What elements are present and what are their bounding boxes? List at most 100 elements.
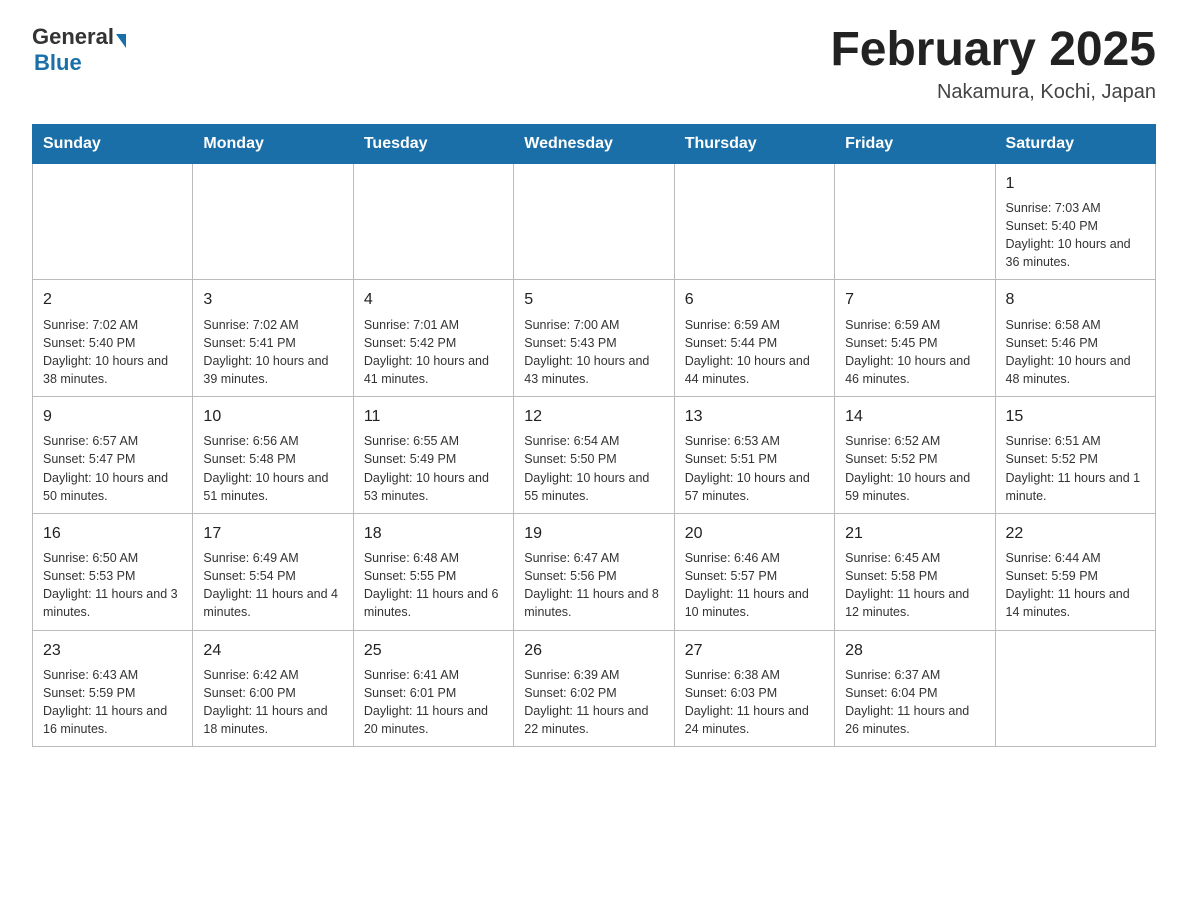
calendar-cell: 2 Sunrise: 7:02 AM Sunset: 5:40 PM Daylig… bbox=[33, 280, 193, 397]
calendar-cell bbox=[353, 163, 513, 280]
day-number: 20 bbox=[685, 522, 824, 545]
calendar-cell: 28 Sunrise: 6:37 AM Sunset: 6:04 PM Dayli… bbox=[835, 630, 995, 747]
weekday-header-saturday: Saturday bbox=[995, 124, 1155, 163]
calendar-cell bbox=[995, 630, 1155, 747]
calendar-table: SundayMondayTuesdayWednesdayThursdayFrid… bbox=[32, 124, 1156, 747]
calendar-cell: 1 Sunrise: 7:03 AM Sunset: 5:40 PM Daylig… bbox=[995, 163, 1155, 280]
day-info: Sunrise: 6:53 AM Sunset: 5:51 PM Dayligh… bbox=[685, 432, 824, 505]
day-number: 6 bbox=[685, 288, 824, 311]
day-number: 27 bbox=[685, 639, 824, 662]
calendar-cell: 19Sunrise: 6:47 AM Sunset: 5:56 PM Dayli… bbox=[514, 513, 674, 630]
day-info: Sunrise: 6:46 AM Sunset: 5:57 PM Dayligh… bbox=[685, 549, 824, 622]
week-row-3: 9 Sunrise: 6:57 AM Sunset: 5:47 PM Daylig… bbox=[33, 397, 1156, 514]
day-number: 7 bbox=[845, 288, 984, 311]
week-row-5: 23 Sunrise: 6:43 AM Sunset: 5:59 PM Dayli… bbox=[33, 630, 1156, 747]
day-info: Sunrise: 7:03 AM Sunset: 5:40 PM Dayligh… bbox=[1006, 199, 1145, 272]
day-info: Sunrise: 6:38 AM Sunset: 6:03 PM Dayligh… bbox=[685, 666, 824, 739]
day-info: Sunrise: 6:48 AM Sunset: 5:55 PM Dayligh… bbox=[364, 549, 503, 622]
weekday-header-monday: Monday bbox=[193, 124, 353, 163]
day-info: Sunrise: 6:52 AM Sunset: 5:52 PM Dayligh… bbox=[845, 432, 984, 505]
calendar-cell: 6 Sunrise: 6:59 AM Sunset: 5:44 PM Daylig… bbox=[674, 280, 834, 397]
day-number: 1 bbox=[1006, 172, 1145, 195]
calendar-cell: 17 Sunrise: 6:49 AM Sunset: 5:54 PM Dayli… bbox=[193, 513, 353, 630]
day-number: 2 bbox=[43, 288, 182, 311]
weekday-header-tuesday: Tuesday bbox=[353, 124, 513, 163]
day-number: 15 bbox=[1006, 405, 1145, 428]
day-info: Sunrise: 6:45 AM Sunset: 5:58 PM Dayligh… bbox=[845, 549, 984, 622]
calendar-cell: 8 Sunrise: 6:58 AM Sunset: 5:46 PM Daylig… bbox=[995, 280, 1155, 397]
logo: General Blue bbox=[32, 24, 128, 76]
calendar-cell bbox=[193, 163, 353, 280]
week-row-1: 1 Sunrise: 7:03 AM Sunset: 5:40 PM Daylig… bbox=[33, 163, 1156, 280]
day-info: Sunrise: 6:43 AM Sunset: 5:59 PM Dayligh… bbox=[43, 666, 182, 739]
day-number: 14 bbox=[845, 405, 984, 428]
calendar-cell: 18Sunrise: 6:48 AM Sunset: 5:55 PM Dayli… bbox=[353, 513, 513, 630]
calendar-cell: 22 Sunrise: 6:44 AM Sunset: 5:59 PM Dayli… bbox=[995, 513, 1155, 630]
day-info: Sunrise: 6:50 AM Sunset: 5:53 PM Dayligh… bbox=[43, 549, 182, 622]
day-info: Sunrise: 7:02 AM Sunset: 5:40 PM Dayligh… bbox=[43, 316, 182, 389]
day-info: Sunrise: 6:47 AM Sunset: 5:56 PM Dayligh… bbox=[524, 549, 663, 622]
calendar-cell: 11 Sunrise: 6:55 AM Sunset: 5:49 PM Dayli… bbox=[353, 397, 513, 514]
day-number: 3 bbox=[203, 288, 342, 311]
logo-general-text: General bbox=[32, 24, 114, 50]
calendar-cell: 14 Sunrise: 6:52 AM Sunset: 5:52 PM Dayli… bbox=[835, 397, 995, 514]
calendar-cell: 24Sunrise: 6:42 AM Sunset: 6:00 PM Dayli… bbox=[193, 630, 353, 747]
weekday-header-row: SundayMondayTuesdayWednesdayThursdayFrid… bbox=[33, 124, 1156, 163]
calendar-cell: 21 Sunrise: 6:45 AM Sunset: 5:58 PM Dayli… bbox=[835, 513, 995, 630]
weekday-header-thursday: Thursday bbox=[674, 124, 834, 163]
day-info: Sunrise: 6:37 AM Sunset: 6:04 PM Dayligh… bbox=[845, 666, 984, 739]
day-number: 5 bbox=[524, 288, 663, 311]
logo-blue-text: Blue bbox=[34, 50, 82, 75]
calendar-cell: 13 Sunrise: 6:53 AM Sunset: 5:51 PM Dayli… bbox=[674, 397, 834, 514]
day-number: 17 bbox=[203, 522, 342, 545]
day-info: Sunrise: 6:55 AM Sunset: 5:49 PM Dayligh… bbox=[364, 432, 503, 505]
weekday-header-wednesday: Wednesday bbox=[514, 124, 674, 163]
weekday-header-friday: Friday bbox=[835, 124, 995, 163]
day-info: Sunrise: 6:56 AM Sunset: 5:48 PM Dayligh… bbox=[203, 432, 342, 505]
calendar-cell: 5 Sunrise: 7:00 AM Sunset: 5:43 PM Daylig… bbox=[514, 280, 674, 397]
day-number: 22 bbox=[1006, 522, 1145, 545]
calendar-cell bbox=[33, 163, 193, 280]
page-header: General Blue February 2025 Nakamura, Koc… bbox=[32, 24, 1156, 104]
calendar-cell: 27 Sunrise: 6:38 AM Sunset: 6:03 PM Dayli… bbox=[674, 630, 834, 747]
day-number: 21 bbox=[845, 522, 984, 545]
day-number: 4 bbox=[364, 288, 503, 311]
day-info: Sunrise: 6:59 AM Sunset: 5:45 PM Dayligh… bbox=[845, 316, 984, 389]
day-number: 13 bbox=[685, 405, 824, 428]
day-number: 9 bbox=[43, 405, 182, 428]
week-row-4: 16 Sunrise: 6:50 AM Sunset: 5:53 PM Dayli… bbox=[33, 513, 1156, 630]
day-number: 16 bbox=[43, 522, 182, 545]
day-number: 25 bbox=[364, 639, 503, 662]
title-block: February 2025 Nakamura, Kochi, Japan bbox=[830, 24, 1156, 104]
day-info: Sunrise: 6:57 AM Sunset: 5:47 PM Dayligh… bbox=[43, 432, 182, 505]
logo-arrow-icon bbox=[116, 34, 126, 48]
day-info: Sunrise: 6:51 AM Sunset: 5:52 PM Dayligh… bbox=[1006, 432, 1145, 505]
calendar-cell: 20 Sunrise: 6:46 AM Sunset: 5:57 PM Dayli… bbox=[674, 513, 834, 630]
day-info: Sunrise: 7:00 AM Sunset: 5:43 PM Dayligh… bbox=[524, 316, 663, 389]
calendar-cell: 26 Sunrise: 6:39 AM Sunset: 6:02 PM Dayli… bbox=[514, 630, 674, 747]
day-info: Sunrise: 6:58 AM Sunset: 5:46 PM Dayligh… bbox=[1006, 316, 1145, 389]
day-number: 8 bbox=[1006, 288, 1145, 311]
calendar-cell bbox=[674, 163, 834, 280]
calendar-cell bbox=[514, 163, 674, 280]
calendar-cell: 4Sunrise: 7:01 AM Sunset: 5:42 PM Daylig… bbox=[353, 280, 513, 397]
calendar-cell: 15 Sunrise: 6:51 AM Sunset: 5:52 PM Dayli… bbox=[995, 397, 1155, 514]
day-number: 11 bbox=[364, 405, 503, 428]
day-number: 26 bbox=[524, 639, 663, 662]
day-number: 10 bbox=[203, 405, 342, 428]
day-info: Sunrise: 6:49 AM Sunset: 5:54 PM Dayligh… bbox=[203, 549, 342, 622]
calendar-cell: 12Sunrise: 6:54 AM Sunset: 5:50 PM Dayli… bbox=[514, 397, 674, 514]
day-number: 23 bbox=[43, 639, 182, 662]
day-info: Sunrise: 6:59 AM Sunset: 5:44 PM Dayligh… bbox=[685, 316, 824, 389]
location: Nakamura, Kochi, Japan bbox=[830, 81, 1156, 104]
calendar-cell: 25Sunrise: 6:41 AM Sunset: 6:01 PM Dayli… bbox=[353, 630, 513, 747]
day-info: Sunrise: 6:54 AM Sunset: 5:50 PM Dayligh… bbox=[524, 432, 663, 505]
calendar-cell: 23 Sunrise: 6:43 AM Sunset: 5:59 PM Dayli… bbox=[33, 630, 193, 747]
calendar-cell: 7 Sunrise: 6:59 AM Sunset: 5:45 PM Daylig… bbox=[835, 280, 995, 397]
day-info: Sunrise: 6:39 AM Sunset: 6:02 PM Dayligh… bbox=[524, 666, 663, 739]
day-number: 28 bbox=[845, 639, 984, 662]
day-info: Sunrise: 6:44 AM Sunset: 5:59 PM Dayligh… bbox=[1006, 549, 1145, 622]
day-info: Sunrise: 6:42 AM Sunset: 6:00 PM Dayligh… bbox=[203, 666, 342, 739]
calendar-cell bbox=[835, 163, 995, 280]
calendar-cell: 3Sunrise: 7:02 AM Sunset: 5:41 PM Daylig… bbox=[193, 280, 353, 397]
